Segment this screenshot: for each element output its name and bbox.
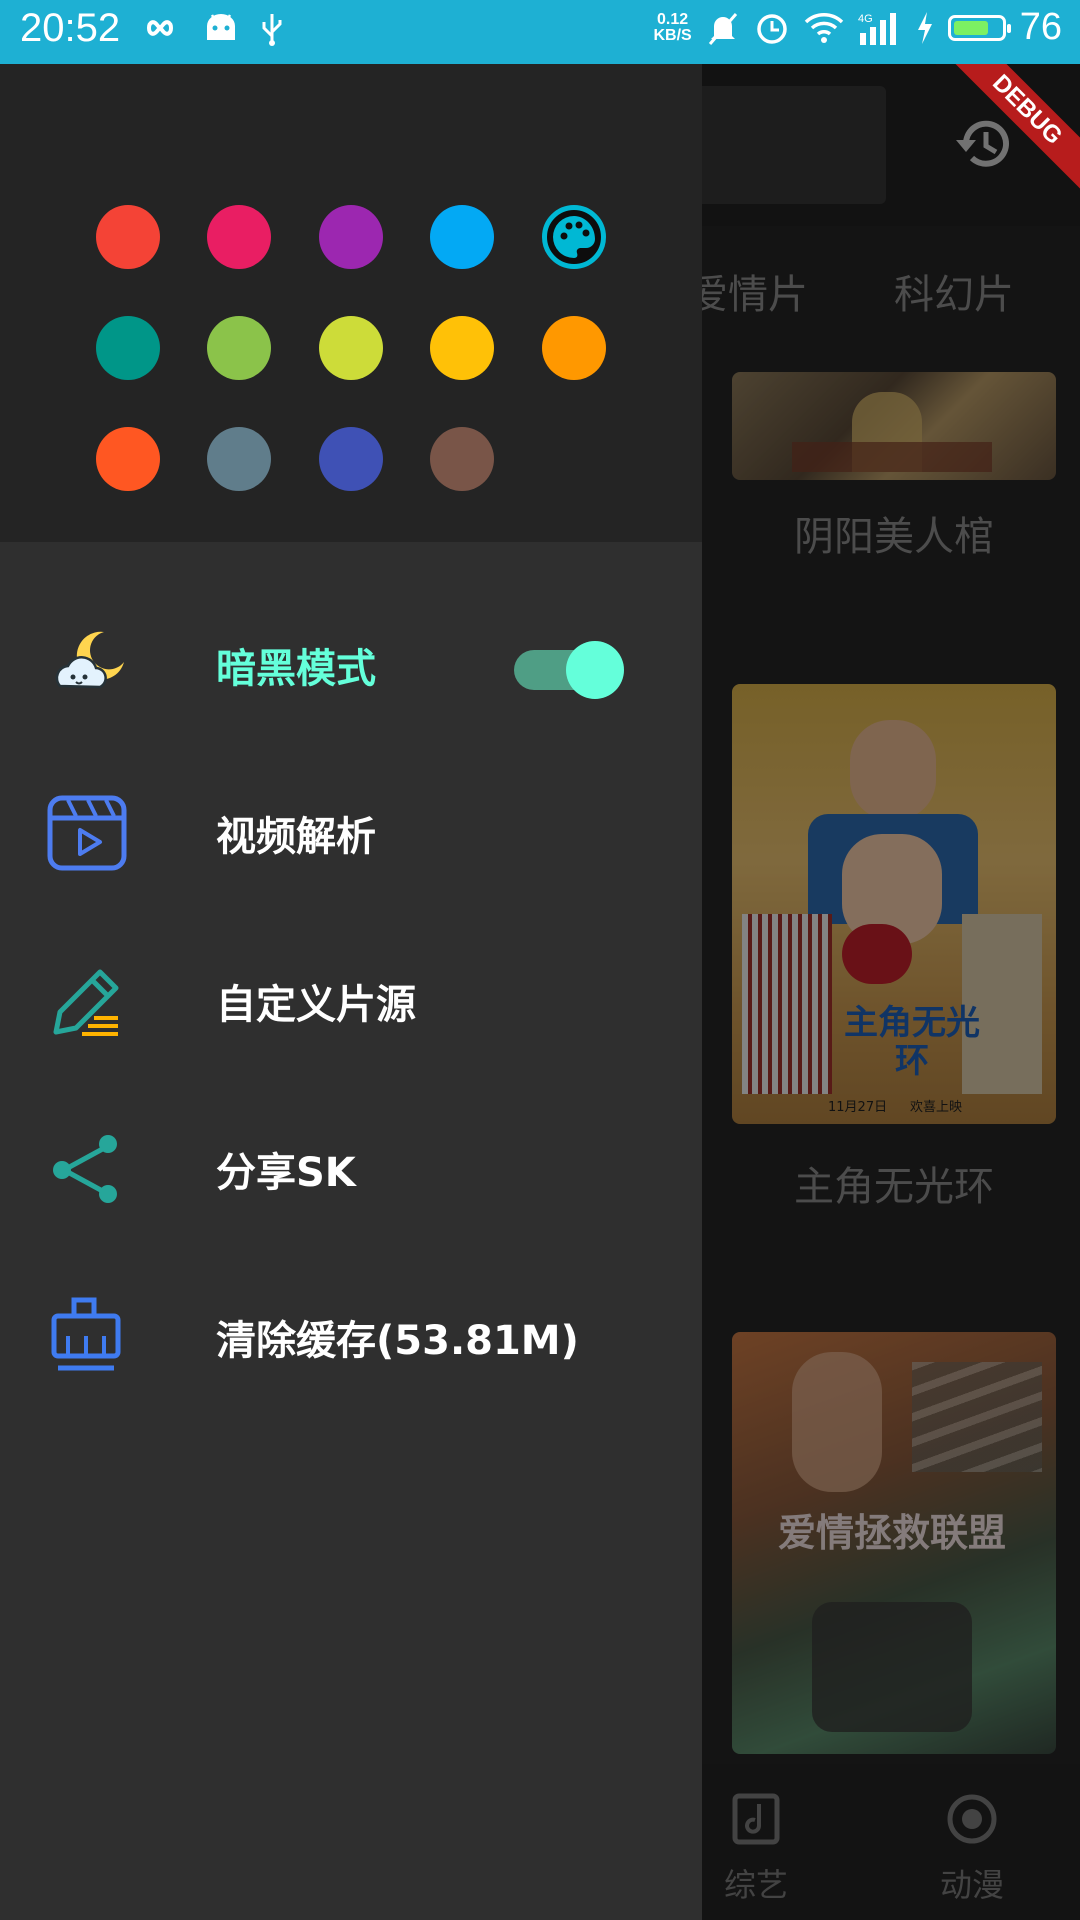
menu-item-dark-mode[interactable]: 暗黑模式 [0, 600, 702, 720]
theme-color-swatch[interactable] [430, 427, 494, 491]
theme-color-swatch[interactable] [542, 316, 606, 380]
theme-color-swatch[interactable] [207, 427, 271, 491]
theme-color-swatch[interactable] [430, 316, 494, 380]
menu-item-video-parse[interactable]: 视频解析 [0, 768, 702, 888]
theme-color-swatch[interactable] [96, 427, 160, 491]
signal-icon: 4G [858, 12, 896, 45]
infinity-icon [146, 20, 174, 36]
navigation-drawer: 暗黑模式 视频解析 自定义片源 分享SK 清除缓存(53.81M) [0, 64, 702, 1920]
menu-label-clear-cache: 清除缓存(53.81M) [216, 1318, 579, 1364]
theme-color-swatch[interactable] [207, 316, 271, 380]
theme-color-swatch[interactable] [319, 205, 383, 269]
video-clapper-icon [47, 795, 127, 871]
menu-item-clear-cache[interactable]: 清除缓存(53.81M) [0, 1272, 702, 1392]
theme-color-swatch[interactable] [96, 205, 160, 269]
net-speed: 0.12 KB/S [653, 10, 692, 44]
battery-percent: 76 [1019, 6, 1062, 48]
menu-label-share: 分享SK [216, 1150, 356, 1196]
pencil-edit-icon [53, 969, 119, 1036]
menu-item-custom-source[interactable]: 自定义片源 [0, 936, 702, 1056]
theme-color-picker [0, 64, 702, 542]
palette-icon[interactable] [542, 205, 606, 269]
theme-color-swatch[interactable] [207, 205, 271, 269]
moon-cloud-icon [55, 631, 124, 689]
menu-label-dark-mode: 暗黑模式 [216, 646, 376, 692]
menu-item-share[interactable]: 分享SK [0, 1104, 702, 1224]
status-bar: 20:52 0.12 KB/S 4G 76 [0, 0, 1080, 64]
share-icon [53, 1135, 117, 1203]
dark-mode-toggle[interactable] [514, 641, 624, 699]
theme-color-swatch[interactable] [96, 316, 160, 380]
svg-text:4G: 4G [858, 13, 873, 25]
status-time: 20:52 [20, 6, 121, 50]
theme-color-swatch[interactable] [319, 427, 383, 491]
menu-label-custom-source: 自定义片源 [216, 982, 416, 1028]
alarm-icon [756, 13, 787, 44]
wifi-icon [804, 12, 843, 43]
android-icon [207, 14, 235, 40]
usb-icon [262, 14, 282, 46]
menu-label-video-parse: 视频解析 [216, 814, 376, 860]
charging-icon [917, 11, 932, 44]
broom-icon [51, 1297, 121, 1371]
theme-color-swatch[interactable] [319, 316, 383, 380]
bell-off-icon [708, 12, 737, 45]
theme-color-swatch[interactable] [430, 205, 494, 269]
battery-icon [947, 14, 1011, 41]
